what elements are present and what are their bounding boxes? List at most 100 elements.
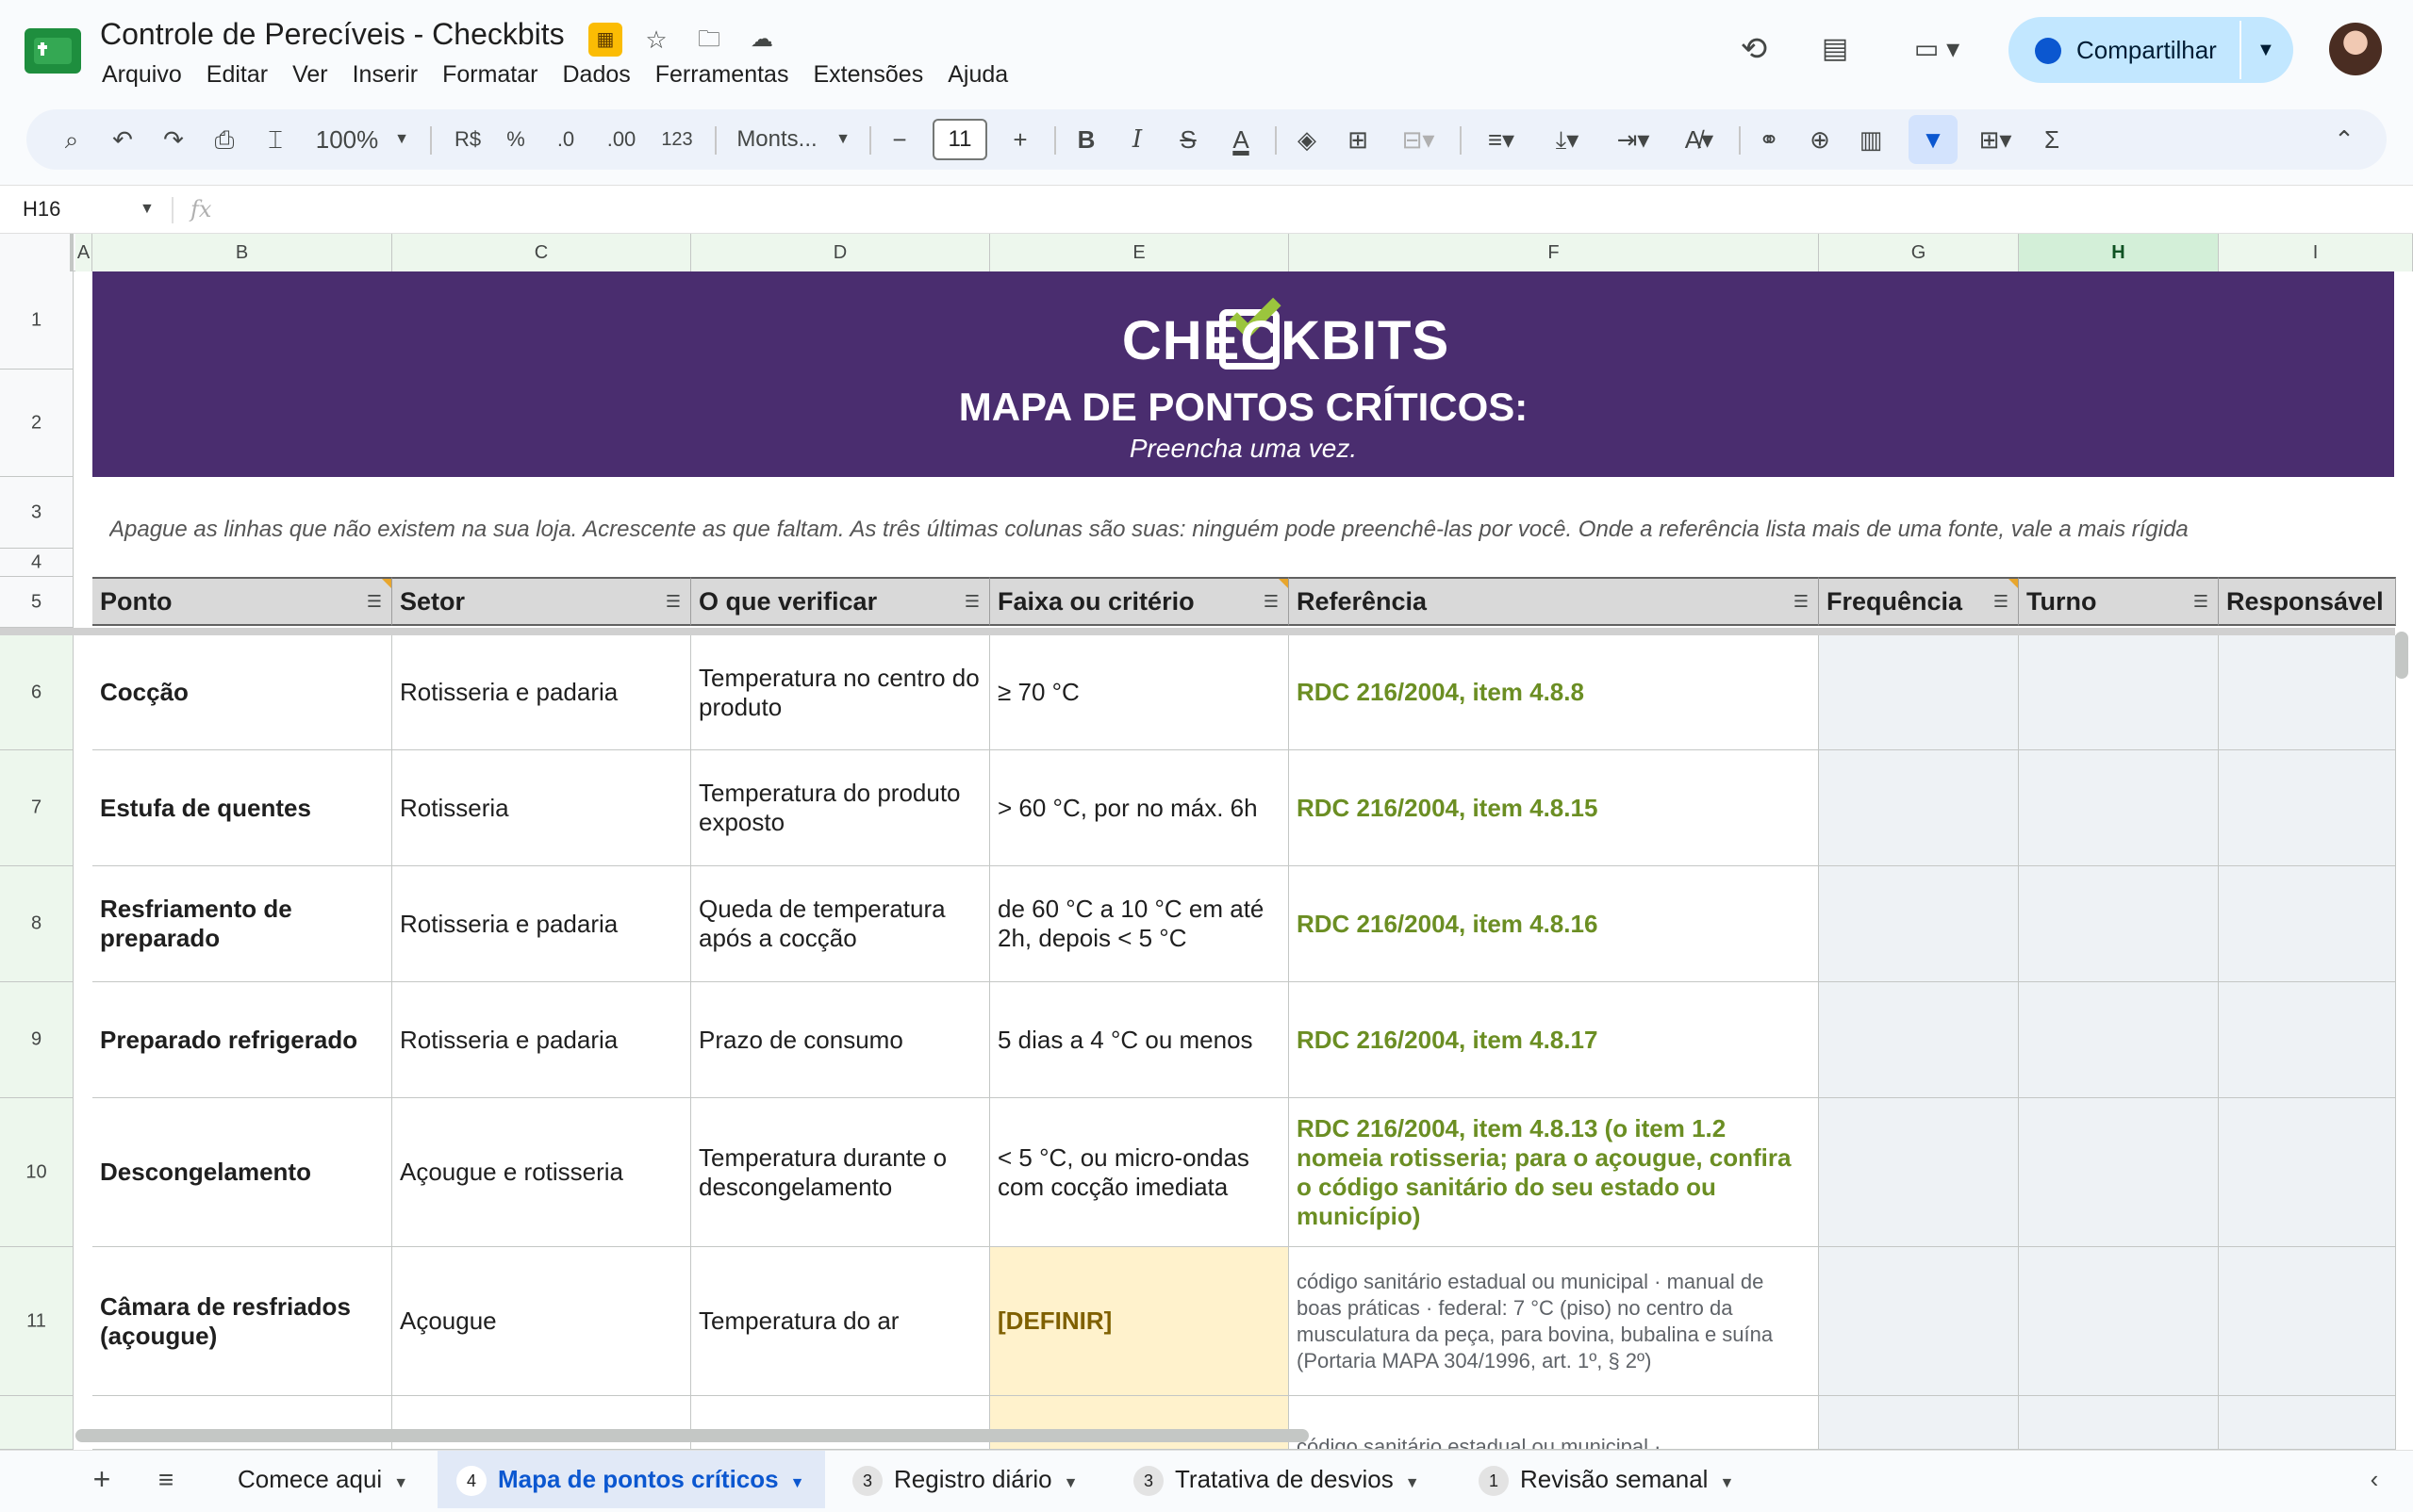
share-dropdown-icon[interactable]: ▼	[2256, 17, 2275, 83]
chevron-left-icon[interactable]: ‹	[2357, 1451, 2391, 1508]
row-header-11[interactable]: 11	[0, 1247, 74, 1396]
table-cell[interactable]	[2019, 635, 2219, 750]
table-cell[interactable]: ≥ 70 °C	[990, 635, 1289, 750]
increase-decimal-button[interactable]: .00	[598, 109, 645, 170]
row-header-3[interactable]: 3	[0, 477, 74, 549]
menu-arquivo[interactable]: Arquivo	[100, 60, 194, 89]
row-header-10[interactable]: 10	[0, 1098, 74, 1247]
font-size-input[interactable]: 11	[933, 119, 987, 160]
table-cell[interactable]: Rotisseria e padaria	[392, 982, 691, 1098]
add-sheet-icon[interactable]: +	[85, 1451, 119, 1508]
filter-icon[interactable]: ☰	[2193, 579, 2208, 624]
filter-icon[interactable]: ☰	[666, 579, 681, 624]
avatar[interactable]	[2329, 23, 2382, 75]
tab-comece-aqui[interactable]: Comece aqui ▼	[238, 1451, 408, 1508]
tab-dropdown-icon[interactable]: ▼	[393, 1475, 408, 1491]
table-cell[interactable]	[2019, 866, 2219, 982]
table-cell[interactable]: Descongelamento	[92, 1098, 392, 1247]
percent-format-button[interactable]: %	[502, 109, 530, 170]
table-cell[interactable]: Temperatura do produto exposto	[691, 750, 990, 866]
bold-button[interactable]: B	[1069, 109, 1103, 170]
font-size-increase-icon[interactable]: +	[1003, 109, 1037, 170]
table-cell[interactable]	[2019, 1247, 2219, 1396]
font-select[interactable]: Monts...	[730, 109, 824, 170]
table-cell[interactable]: Rotisseria e padaria	[392, 866, 691, 982]
insert-link-icon[interactable]: ⚭	[1752, 109, 1786, 170]
header-turno[interactable]: Turno ☰	[2019, 577, 2219, 626]
meet-video-icon[interactable]: ▭ ▾	[1899, 26, 1975, 72]
table-cell[interactable]: Açougue	[392, 1247, 691, 1396]
table-cell[interactable]: RDC 216/2004, item 4.8.15	[1289, 750, 1819, 866]
filter-icon[interactable]: ▼	[1916, 109, 1950, 170]
row-header-12[interactable]	[0, 1396, 74, 1450]
header-referencia[interactable]: Referência ☰	[1289, 577, 1819, 626]
menu-formatar[interactable]: Formatar	[430, 60, 550, 89]
print-icon[interactable]: ⎙	[207, 109, 241, 170]
row-header-8[interactable]: 8	[0, 866, 74, 982]
document-title[interactable]: Controle de Perecíveis - Checkbits	[100, 17, 565, 52]
row-header-2[interactable]: 2	[0, 370, 74, 477]
spreadsheet-grid[interactable]: A B C D E F G H I 1 2 3 4 5 6 7 8 9 10 1…	[0, 234, 2413, 1450]
comments-icon[interactable]: ▤	[1812, 26, 1858, 72]
table-cell[interactable]	[2019, 1396, 2219, 1450]
text-color-button[interactable]: A	[1222, 109, 1260, 170]
table-cell[interactable]	[2219, 750, 2396, 866]
header-setor[interactable]: Setor ☰	[392, 577, 691, 626]
tab-mapa-de-pontos-criticos[interactable]: 4 Mapa de pontos críticos ▼	[438, 1451, 826, 1508]
tab-revisao-semanal[interactable]: 1 Revisão semanal ▼	[1479, 1451, 1734, 1508]
table-cell[interactable]: RDC 216/2004, item 4.8.13 (o item 1.2 no…	[1289, 1098, 1819, 1247]
sheets-logo-icon[interactable]	[25, 28, 81, 74]
header-frequencia[interactable]: Frequência ☰	[1819, 577, 2019, 626]
table-cell[interactable]	[1819, 1396, 2019, 1450]
row-header-4[interactable]: 4	[0, 549, 74, 577]
vertical-scrollbar[interactable]	[2395, 632, 2408, 679]
column-header-b[interactable]: B	[92, 234, 392, 271]
column-header-f[interactable]: F	[1289, 234, 1819, 271]
history-icon[interactable]: ⟲	[1731, 26, 1777, 72]
column-header-a[interactable]: A	[75, 234, 92, 271]
table-cell[interactable]: > 60 °C, por no máx. 6h	[990, 750, 1289, 866]
tab-tratativa-de-desvios[interactable]: 3 Tratativa de desvios ▼	[1133, 1451, 1420, 1508]
functions-button[interactable]: Σ	[2035, 109, 2069, 170]
table-cell[interactable]	[1819, 982, 2019, 1098]
table-cell[interactable]: Cocção	[92, 635, 392, 750]
row-header-5[interactable]: 5	[0, 577, 74, 628]
number-format-button[interactable]: 123	[656, 109, 698, 170]
table-cell[interactable]: Temperatura durante o descongelamento	[691, 1098, 990, 1247]
menu-dados[interactable]: Dados	[550, 60, 642, 89]
instructions-text[interactable]: Apague as linhas que não existem na sua …	[109, 517, 2391, 543]
menu-ferramentas[interactable]: Ferramentas	[643, 60, 802, 89]
table-cell[interactable]: Rotisseria	[392, 750, 691, 866]
table-cell[interactable]	[2019, 750, 2219, 866]
move-folder-icon[interactable]: 🗀	[692, 23, 726, 57]
table-cell[interactable]	[2219, 1396, 2396, 1450]
table-cell[interactable]	[2019, 982, 2219, 1098]
presentation-icon[interactable]: ▦	[588, 23, 622, 57]
vertical-align-icon[interactable]: ⤓▾	[1539, 109, 1595, 170]
column-header-g[interactable]: G	[1819, 234, 2019, 271]
merge-cells-icon[interactable]: ⊟▾	[1390, 109, 1446, 170]
currency-format-button[interactable]: R$	[447, 109, 488, 170]
fill-color-icon[interactable]: ◈	[1290, 109, 1324, 170]
collapse-toolbar-icon[interactable]: ⌃	[2327, 109, 2361, 170]
header-responsavel[interactable]: Responsável	[2219, 577, 2396, 626]
table-cell[interactable]: RDC 216/2004, item 4.8.16	[1289, 866, 1819, 982]
menu-extensoes[interactable]: Extensões	[801, 60, 935, 89]
cloud-status-icon[interactable]: ☁	[745, 23, 779, 57]
table-cell[interactable]: Queda de temperatura após a cocção	[691, 866, 990, 982]
column-header-c[interactable]: C	[392, 234, 691, 271]
menu-ver[interactable]: Ver	[280, 60, 340, 89]
insert-chart-icon[interactable]: ▥	[1854, 109, 1888, 170]
borders-icon[interactable]: ⊞	[1341, 109, 1375, 170]
table-cell[interactable]	[1819, 866, 2019, 982]
redo-icon[interactable]: ↷	[157, 109, 190, 170]
table-cell[interactable]: Resfriamento de preparado	[92, 866, 392, 982]
name-box[interactable]: H16	[23, 186, 60, 233]
table-cell[interactable]	[2219, 635, 2396, 750]
table-cell[interactable]: Estufa de quentes	[92, 750, 392, 866]
tab-dropdown-icon[interactable]: ▼	[790, 1475, 805, 1491]
row-header-7[interactable]: 7	[0, 750, 74, 866]
insert-comment-icon[interactable]: ⊕	[1803, 109, 1837, 170]
table-cell[interactable]	[1819, 1247, 2019, 1396]
header-ponto[interactable]: Ponto ☰	[92, 577, 392, 626]
